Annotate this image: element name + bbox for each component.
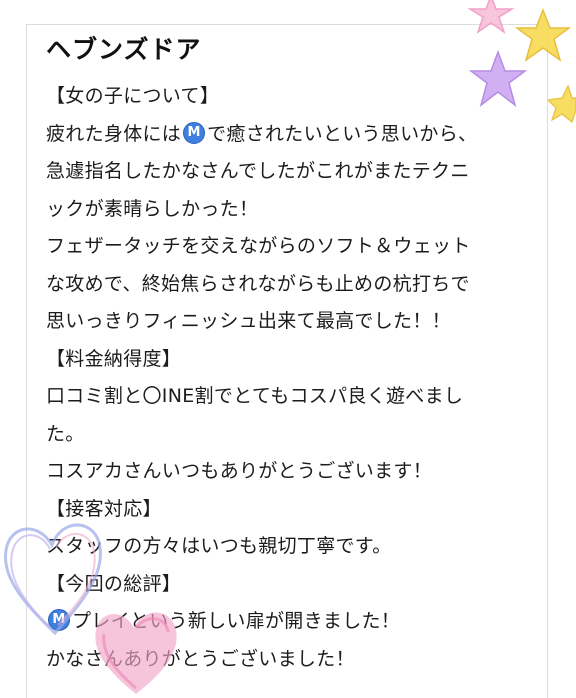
- review-line: ックが素晴らしかった！: [46, 197, 259, 220]
- review-line-text: 疲れた身体には: [46, 122, 182, 145]
- m-circle-icon: M: [183, 121, 206, 144]
- review-line: 疲れた身体には M で癒されたいという思いから、: [46, 116, 477, 154]
- review-line: 急遽指名したかなさんでしたがこれがまたテクニ: [46, 160, 470, 182]
- review-line: な攻めで、終始焦らされながらも止めの杭打ちで: [46, 272, 470, 295]
- pink-star-icon: [467, 0, 515, 34]
- review-line: 【接客対応】: [46, 497, 162, 520]
- purple-star-icon: [468, 50, 528, 107]
- review-line: 思いっきりフィニッシュ出来て最高でした！！: [46, 310, 451, 332]
- review-line: スタッフの方々はいつも親切丁寧です。: [46, 535, 392, 557]
- review-line: フェザータッチを交えながらのソフト＆ウェット: [46, 235, 471, 257]
- pink-scribble-heart-icon: [95, 612, 177, 694]
- review-body: 【女の子について】 疲れた身体には M で癒されたいという思いから、 急遽指名したかなさ…: [46, 78, 477, 678]
- yellow-star-icon: [548, 84, 576, 124]
- review-line: 【女の子について】: [46, 85, 220, 107]
- shop-title: ヘブンズドア: [46, 35, 202, 64]
- review-line-text: で癒されたいという思いから、: [207, 122, 478, 145]
- review-line: 口コミ割と〇INE割でとてもコスパ良く遊べまし: [46, 385, 464, 407]
- review-line: た。: [46, 422, 85, 445]
- review-line: コスアカさんいつもありがとうございます！: [46, 460, 433, 482]
- review-line: 【料金納得度】: [46, 347, 182, 370]
